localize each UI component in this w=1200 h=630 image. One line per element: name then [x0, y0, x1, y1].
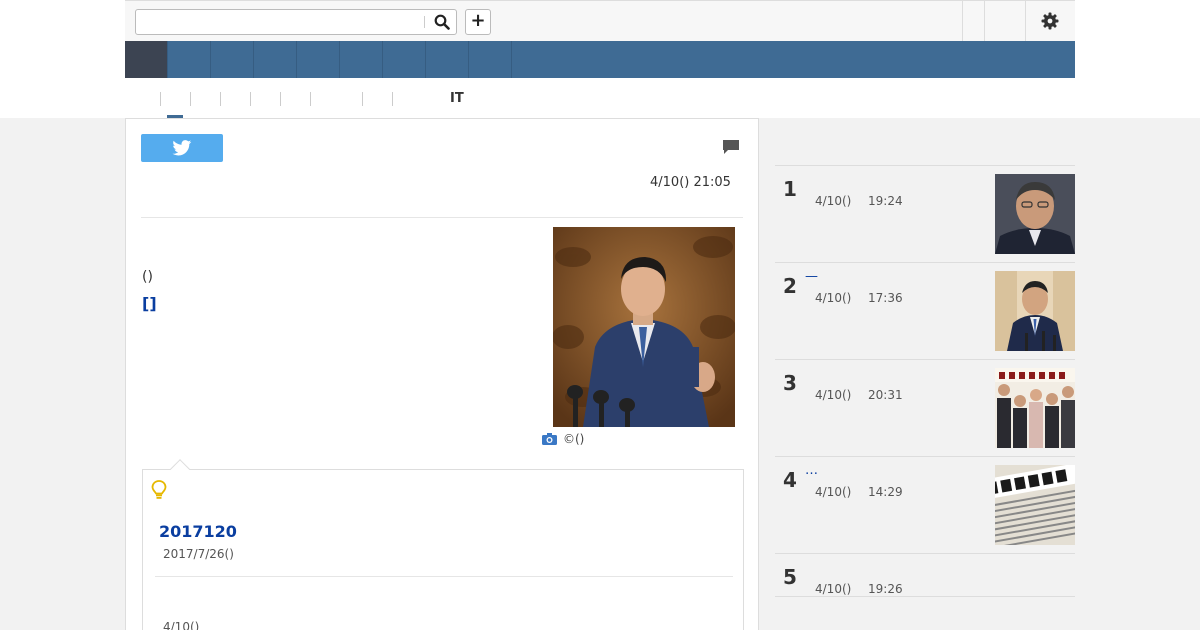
related-date: 2017/7/26() [163, 547, 234, 561]
rank-time: 19:24 [868, 194, 903, 208]
rank-date: 4/10() [815, 291, 852, 305]
rank-title[interactable]: — [805, 269, 818, 284]
nav-item[interactable] [297, 41, 340, 78]
subnav-item[interactable] [280, 92, 310, 106]
ranking-item[interactable]: 5 4/10() 19:26 [775, 553, 1075, 597]
subnav-item[interactable] [392, 92, 422, 106]
rank-date: 4/10() [815, 582, 852, 596]
lightbulb-icon [151, 480, 167, 504]
nav-item[interactable] [469, 41, 512, 78]
article-text: () [142, 269, 153, 285]
nav-item[interactable] [211, 41, 254, 78]
rank-title[interactable]: … [805, 463, 818, 478]
ranking-item[interactable]: 2 — 4/10() 17:36 [775, 262, 1075, 359]
rank-thumbnail[interactable] [995, 368, 1075, 448]
box-notch [170, 459, 190, 479]
nav-item[interactable] [168, 41, 211, 78]
divider [141, 217, 743, 218]
photo-caption: ©() [542, 432, 584, 446]
ranking-item[interactable]: 1 4/10() 19:24 [775, 165, 1075, 262]
ranking-item[interactable]: 3 4/10() 20:31 [775, 359, 1075, 456]
main-nav [125, 41, 1075, 78]
nav-item[interactable] [254, 41, 297, 78]
subnav-item[interactable] [250, 92, 280, 106]
rank-thumbnail[interactable] [995, 271, 1075, 351]
rank-number: 1 [783, 177, 797, 201]
rank-time: 17:36 [868, 291, 903, 305]
nav-item-home[interactable] [125, 41, 168, 78]
rank-number: 3 [783, 371, 797, 395]
rank-date: 4/10() [815, 388, 852, 402]
ranking-item[interactable]: 4 … 4/10() 14:29 [775, 456, 1075, 553]
toolbar-divider [1025, 1, 1026, 41]
photo-credit: ©() [563, 432, 585, 446]
nav-item[interactable] [383, 41, 426, 78]
toolbar-divider [984, 1, 985, 41]
rank-date: 4/10() [815, 485, 852, 499]
rank-date: 4/10() [815, 194, 852, 208]
comment-icon[interactable] [722, 139, 740, 160]
nav-item[interactable] [426, 41, 469, 78]
article-main: 4/10() 21:05 () [] ©() 2017120 2017/7/26… [125, 118, 759, 630]
rank-number: 4 [783, 468, 797, 492]
camera-icon [542, 433, 557, 445]
rank-thumbnail[interactable] [995, 174, 1075, 254]
top-bar: + [125, 0, 1075, 41]
subnav-item[interactable] [160, 92, 190, 106]
subnav-item[interactable] [190, 92, 220, 106]
search-icon [434, 14, 450, 30]
search-separator [424, 16, 425, 28]
subnav-item-it[interactable]: IT [450, 91, 464, 106]
tweet-button[interactable] [141, 134, 223, 162]
subnav-item[interactable] [220, 92, 250, 106]
subnav-item[interactable] [362, 92, 392, 106]
article-link[interactable]: [] [142, 294, 157, 313]
related-article-box: 2017120 2017/7/26() 4/10() [142, 459, 744, 630]
sub-nav: IT [125, 80, 1075, 118]
ranking-sidebar: 1 4/10() 19:24 2 — 4/10() 17:36 3 4/10()… [775, 165, 1075, 597]
rank-thumbnail[interactable] [995, 465, 1075, 545]
rank-number: 2 [783, 274, 797, 298]
article-photo[interactable] [553, 227, 735, 427]
add-button[interactable]: + [465, 9, 491, 35]
search-box [135, 9, 457, 35]
rank-time: 19:26 [868, 582, 903, 596]
related-date-secondary: 4/10() [163, 620, 200, 630]
rank-time: 14:29 [868, 485, 903, 499]
rank-number: 5 [783, 565, 797, 589]
twitter-icon [172, 140, 192, 156]
divider [155, 576, 733, 577]
search-input[interactable] [136, 10, 422, 34]
gear-icon [1041, 12, 1059, 30]
related-title[interactable]: 2017120 [159, 522, 237, 541]
search-button[interactable] [428, 10, 456, 34]
rank-time: 20:31 [868, 388, 903, 402]
settings-button[interactable] [1030, 9, 1070, 33]
toolbar-divider [962, 1, 963, 41]
article-date: 4/10() 21:05 [650, 175, 731, 190]
nav-item[interactable] [340, 41, 383, 78]
subnav-item[interactable] [310, 92, 362, 106]
